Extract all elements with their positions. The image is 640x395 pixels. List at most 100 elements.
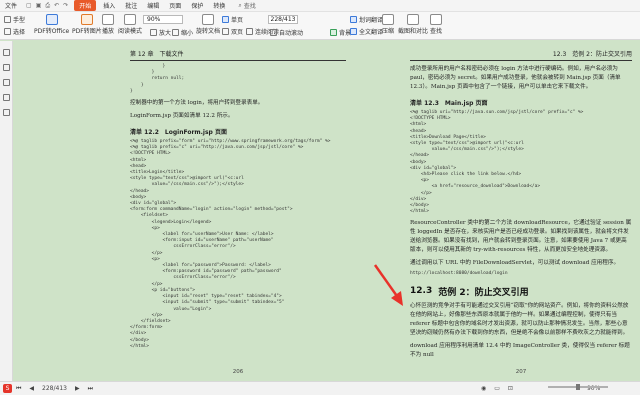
pdf-office-icon — [45, 14, 58, 25]
menu-insert[interactable]: 插入 — [98, 1, 120, 10]
paragraph: ResourceController 类中的第二个方法 downloadReso… — [410, 220, 632, 254]
page-header: 第 12 章 下载文件 — [130, 41, 346, 61]
background-button[interactable]: 背景 — [330, 28, 351, 37]
print-icon[interactable]: ⎙ — [45, 2, 50, 10]
paragraph: 通过调用以下 URL 中的 FileDownloadServlet，可以测试 d… — [410, 260, 620, 267]
status-bar: S ⏮ ◀ 228/413 ▶ ⏭ ◉ ▭ ⊡ 90% — [0, 381, 640, 395]
fit-page-icon[interactable]: ⊡ — [504, 385, 517, 392]
page-number: 206 — [232, 369, 244, 375]
double-page-icon — [222, 28, 229, 35]
quick-access-toolbar: ▢ ▣ ⎙ ↶ ↷ — [22, 2, 72, 10]
hand-icon — [4, 16, 11, 23]
status-page-indicator[interactable]: 228/413 — [38, 385, 71, 392]
save-icon[interactable]: ▣ — [36, 2, 42, 9]
play-icon — [102, 14, 114, 25]
continuous-icon — [246, 28, 253, 35]
menu-edit[interactable]: 编辑 — [142, 1, 164, 10]
page-header: 12.3 范例 2：防止交叉引用 — [410, 41, 632, 61]
menu-bar: 文件 ▢ ▣ ⎙ ↶ ↷ 开始 插入 批注 编辑 页面 保护 转换 ⌕ 查找 — [0, 0, 640, 12]
thumbnail-icon[interactable] — [2, 49, 10, 56]
zoom-in-button[interactable]: 放大 — [150, 28, 171, 37]
auto-scroll-icon — [270, 29, 277, 36]
paragraph: download 应用程序利用清单 12.4 中的 ImageControlle… — [410, 342, 630, 358]
listing-caption: 清单 12.2 LoginForm.jsp 页面 — [130, 129, 227, 137]
find-icon — [430, 14, 442, 25]
prev-page-icon[interactable]: ◀ — [25, 385, 38, 392]
hand-tool-button[interactable]: 手型 — [4, 15, 25, 24]
pdf-to-image-button[interactable]: PDF转图片 — [72, 14, 102, 35]
background-icon — [330, 29, 337, 36]
menu-convert[interactable]: 转换 — [208, 1, 230, 10]
view-mode-icon[interactable]: ▭ — [490, 385, 504, 392]
menu-file[interactable]: 文件 — [0, 1, 22, 10]
zoom-out-icon — [172, 29, 179, 36]
page-number-input[interactable]: 228/413 — [268, 15, 298, 24]
code-block: <%@ taglib prefix="form" uri="http://www… — [130, 139, 331, 349]
search-panel-icon[interactable] — [2, 109, 10, 116]
open-icon[interactable]: ▢ — [26, 2, 32, 9]
play-button[interactable]: 播放 — [102, 14, 114, 35]
rotate-icon — [202, 14, 214, 25]
zoom-out-button[interactable]: 缩小 — [172, 28, 193, 37]
find-button[interactable]: 查找 — [430, 14, 442, 35]
undo-icon[interactable]: ↶ — [54, 2, 59, 9]
zoom-in-icon — [150, 29, 157, 36]
screenshot-icon — [407, 14, 419, 25]
listing-caption: 清单 12.3 Main.jsp 页面 — [410, 100, 488, 107]
url-line: http://localhost:8080/download/login — [410, 271, 508, 277]
comment-icon[interactable] — [2, 79, 10, 86]
annotation-arrow-icon — [373, 264, 403, 306]
zoom-slider-knob[interactable] — [576, 384, 580, 390]
attachment-icon[interactable] — [2, 94, 10, 101]
compress-icon — [382, 14, 394, 25]
compress-button[interactable]: 压缩 — [382, 14, 394, 35]
section-title: 范例 2：防止交叉引用 — [438, 287, 529, 298]
eye-icon[interactable]: ◉ — [477, 385, 490, 392]
ribbon-toolbar: 手型 选择 PDF转Office PDF转图片 播放 阅读模式 90% 放大 缩… — [0, 12, 640, 40]
zoom-select[interactable]: 90% — [143, 15, 183, 24]
bookmark-icon[interactable] — [2, 64, 10, 71]
menu-page[interactable]: 页面 — [164, 1, 186, 10]
section-number: 12.3 — [410, 286, 433, 297]
menu-protect[interactable]: 保护 — [186, 1, 208, 10]
paragraph: 心怀叵测的竞争对手有可能通过交叉引用“窃取”你的网站资产。例如，将你的资料公然放… — [410, 302, 629, 336]
double-page-button[interactable]: 双页 — [222, 27, 243, 36]
section-heading: 12.3 范例 2：防止交叉引用 — [410, 285, 632, 298]
menu-search[interactable]: ⌕ 查找 — [238, 1, 256, 11]
word-translate-button[interactable]: 划词翻译 — [350, 15, 383, 24]
next-page-icon[interactable]: ▶ — [71, 385, 84, 392]
single-page-button[interactable]: 单页 — [222, 15, 243, 24]
menu-annotate[interactable]: 批注 — [120, 1, 142, 10]
single-page-icon — [222, 16, 229, 23]
redo-icon[interactable]: ↷ — [63, 2, 68, 9]
read-mode-button[interactable]: 阅读模式 — [118, 14, 142, 35]
app-logo-icon: S — [3, 384, 12, 393]
left-sidebar — [0, 41, 13, 381]
code-block: } } return null; } } — [130, 64, 185, 94]
page-header-left: 第 12 章 下载文件 — [130, 51, 184, 58]
last-page-icon[interactable]: ⏭ — [84, 385, 97, 393]
select-tool-button[interactable]: 选择 — [4, 27, 25, 36]
code-block: <%@ taglib uri="http://java.sun.com/jsp/… — [410, 110, 584, 215]
zoom-slider[interactable] — [548, 384, 608, 390]
cursor-icon — [4, 28, 11, 35]
full-translate-button[interactable]: 全文翻译 — [350, 27, 383, 36]
pdf-image-icon — [80, 14, 93, 25]
rotate-button[interactable]: 旋转文档 — [196, 14, 220, 35]
auto-scroll-button[interactable]: 自动滚动 — [270, 28, 303, 37]
menu-search-label: 查找 — [243, 3, 256, 10]
full-translate-icon — [350, 28, 357, 35]
document-page-left: 第 12 章 下载文件 } } return null; } } 控制器中的第一… — [120, 41, 356, 381]
paragraph: 控制器中的第一个方法 login，将用户转到登录表单。 — [130, 100, 264, 107]
search-icon: ⌕ — [238, 1, 242, 9]
first-page-icon[interactable]: ⏮ — [12, 385, 25, 393]
screenshot-compare-button[interactable]: 截图和对比 — [398, 14, 428, 35]
translate-icon — [350, 16, 357, 23]
paragraph: 成功登录所用的用户名和密码必须在 login 方法中进行硬编码。例如，用户名必须… — [410, 66, 621, 90]
pdf-to-office-button[interactable]: PDF转Office — [34, 14, 69, 35]
document-page-right: 12.3 范例 2：防止交叉引用 成功登录所用的用户名和密码必须在 login … — [402, 41, 640, 381]
menu-start[interactable]: 开始 — [74, 0, 97, 11]
paragraph: LoginForm.jsp 页面如清单 12.2 所示。 — [130, 113, 234, 120]
book-icon — [124, 14, 136, 25]
page-header-right: 12.3 范例 2：防止交叉引用 — [552, 51, 632, 58]
